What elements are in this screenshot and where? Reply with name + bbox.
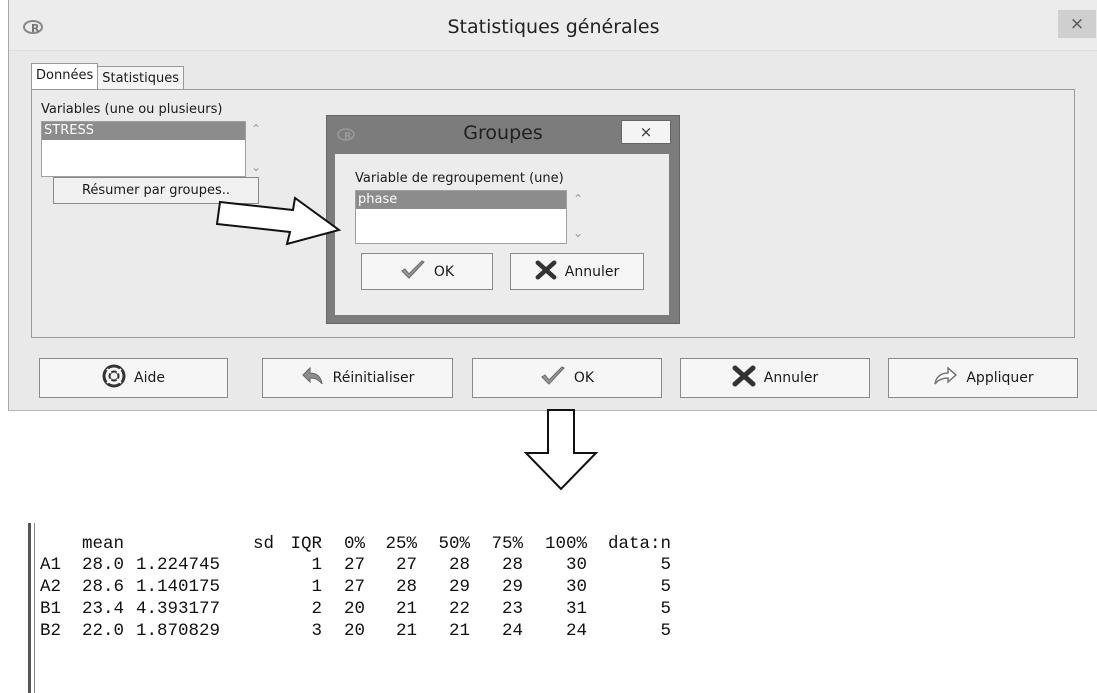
group-variable-label: Variable de regroupement (une) bbox=[355, 171, 564, 186]
header-data-n: data:n bbox=[607, 534, 671, 554]
cell-p0: 20 bbox=[343, 621, 365, 641]
cell-mean: 23.4 bbox=[82, 599, 125, 619]
scroll-down-icon[interactable]: ⌄ bbox=[573, 226, 583, 240]
x-mark-icon bbox=[732, 365, 756, 391]
groups-ok-button[interactable]: OK bbox=[361, 253, 493, 290]
group-variable-listbox[interactable]: phase bbox=[355, 190, 567, 244]
apply-button[interactable]: Appliquer bbox=[888, 358, 1078, 398]
redo-arrow-icon bbox=[932, 365, 958, 391]
title-bar: R Statistiques générales × bbox=[9, 0, 1097, 51]
scroll-up-icon[interactable]: ⌃ bbox=[573, 192, 583, 206]
header-p100: 100% bbox=[544, 534, 587, 554]
groups-cancel-label: Annuler bbox=[564, 263, 620, 280]
scroll-up-icon[interactable]: ⌃ bbox=[251, 122, 261, 136]
header-p0: 0% bbox=[343, 534, 365, 554]
cell-iqr: 1 bbox=[311, 577, 322, 597]
help-button[interactable]: Aide bbox=[39, 358, 228, 398]
console-row: A2 28.6 1.140175 1 27 28 29 29 30 5 bbox=[40, 576, 671, 598]
cell-p0: 20 bbox=[343, 599, 365, 619]
cell-p50: 28 bbox=[448, 555, 470, 575]
reset-button[interactable]: Réinitialiser bbox=[262, 358, 453, 398]
row-name: A2 bbox=[40, 577, 62, 597]
cell-mean: 28.6 bbox=[82, 577, 125, 597]
header-p25: 25% bbox=[385, 534, 417, 554]
cell-p25: 21 bbox=[395, 621, 417, 641]
groups-ok-label: OK bbox=[433, 263, 455, 280]
cell-data-n: 5 bbox=[660, 577, 671, 597]
variables-listbox[interactable]: STRESS bbox=[41, 121, 246, 177]
cell-sd: 1.140175 bbox=[136, 577, 221, 597]
cell-mean: 22.0 bbox=[82, 621, 125, 641]
reset-label: Réinitialiser bbox=[332, 370, 415, 386]
cancel-button[interactable]: Annuler bbox=[680, 358, 870, 398]
cell-p25: 28 bbox=[395, 577, 417, 597]
header-mean: mean bbox=[82, 534, 125, 554]
cell-data-n: 5 bbox=[660, 621, 671, 641]
header-iqr: IQR bbox=[290, 534, 322, 554]
cell-p50: 22 bbox=[448, 599, 470, 619]
cell-p100: 30 bbox=[565, 577, 587, 597]
right-arrow-icon bbox=[215, 196, 342, 246]
tab-donnees[interactable]: Données bbox=[31, 63, 99, 91]
console-row: A1 28.0 1.224745 1 27 27 28 28 30 5 bbox=[40, 554, 671, 576]
groups-dialog: R Groupes × Variable de regroupement (un… bbox=[326, 115, 680, 324]
close-button[interactable]: × bbox=[1058, 10, 1096, 38]
row-name: A1 bbox=[40, 555, 62, 575]
dialog-title: Statistiques générales bbox=[447, 16, 660, 38]
console-row: B2 22.0 1.870829 3 20 21 21 24 24 5 bbox=[40, 620, 671, 642]
cell-p25: 27 bbox=[395, 555, 417, 575]
cell-p100: 31 bbox=[565, 599, 587, 619]
cell-p0: 27 bbox=[343, 577, 365, 597]
apply-label: Appliquer bbox=[966, 370, 1034, 386]
cell-iqr: 3 bbox=[311, 621, 322, 641]
header-p50: 50% bbox=[438, 534, 470, 554]
x-mark-icon bbox=[535, 259, 557, 284]
cell-p0: 27 bbox=[343, 555, 365, 575]
cell-p75: 29 bbox=[501, 577, 523, 597]
ok-label: OK bbox=[573, 370, 595, 386]
header-p75: 75% bbox=[491, 534, 523, 554]
cell-p75: 28 bbox=[501, 555, 523, 575]
header-sd: sd bbox=[252, 534, 274, 554]
checkmark-icon bbox=[400, 259, 426, 285]
console-header-row: mean sd IQR 0% 25% 50% 75% 100% data:n bbox=[40, 533, 671, 555]
console-row: B1 23.4 4.393177 2 20 21 22 23 31 5 bbox=[40, 598, 671, 620]
row-name: B2 bbox=[40, 621, 62, 641]
cell-sd: 4.393177 bbox=[136, 599, 221, 619]
cell-iqr: 1 bbox=[311, 555, 322, 575]
ok-button[interactable]: OK bbox=[472, 358, 662, 398]
down-arrow-icon bbox=[524, 409, 599, 491]
cell-mean: 28.0 bbox=[82, 555, 125, 575]
cell-iqr: 2 bbox=[311, 599, 322, 619]
scroll-down-icon[interactable]: ⌄ bbox=[251, 160, 261, 174]
groups-close-button[interactable]: × bbox=[621, 120, 671, 144]
tab-statistiques[interactable]: Statistiques bbox=[97, 66, 184, 91]
cell-p75: 23 bbox=[501, 599, 523, 619]
tab-bar: Données Statistiques bbox=[31, 63, 184, 91]
console-margin-line bbox=[34, 523, 35, 693]
cell-p25: 21 bbox=[395, 599, 417, 619]
undo-arrow-icon bbox=[301, 365, 325, 391]
cancel-label: Annuler bbox=[763, 370, 819, 386]
groups-dialog-body: Variable de regroupement (une) phase ⌃ ⌄… bbox=[335, 154, 669, 315]
cell-p100: 24 bbox=[565, 621, 587, 641]
cell-data-n: 5 bbox=[660, 599, 671, 619]
cell-p50: 29 bbox=[448, 577, 470, 597]
cell-p100: 30 bbox=[565, 555, 587, 575]
lifebuoy-icon bbox=[102, 364, 126, 392]
cell-sd: 1.224745 bbox=[136, 555, 221, 575]
cell-p50: 21 bbox=[448, 621, 470, 641]
groups-cancel-button[interactable]: Annuler bbox=[510, 253, 644, 290]
cell-p75: 24 bbox=[501, 621, 523, 641]
variables-label: Variables (une ou plusieurs) bbox=[41, 102, 223, 117]
console-margin-bar bbox=[28, 523, 31, 693]
list-item[interactable]: phase bbox=[356, 191, 566, 209]
row-name: B1 bbox=[40, 599, 62, 619]
cell-data-n: 5 bbox=[660, 555, 671, 575]
cell-sd: 1.870829 bbox=[136, 621, 221, 641]
checkmark-icon bbox=[540, 365, 566, 391]
help-label: Aide bbox=[134, 370, 165, 386]
list-item[interactable]: STRESS bbox=[42, 122, 245, 140]
